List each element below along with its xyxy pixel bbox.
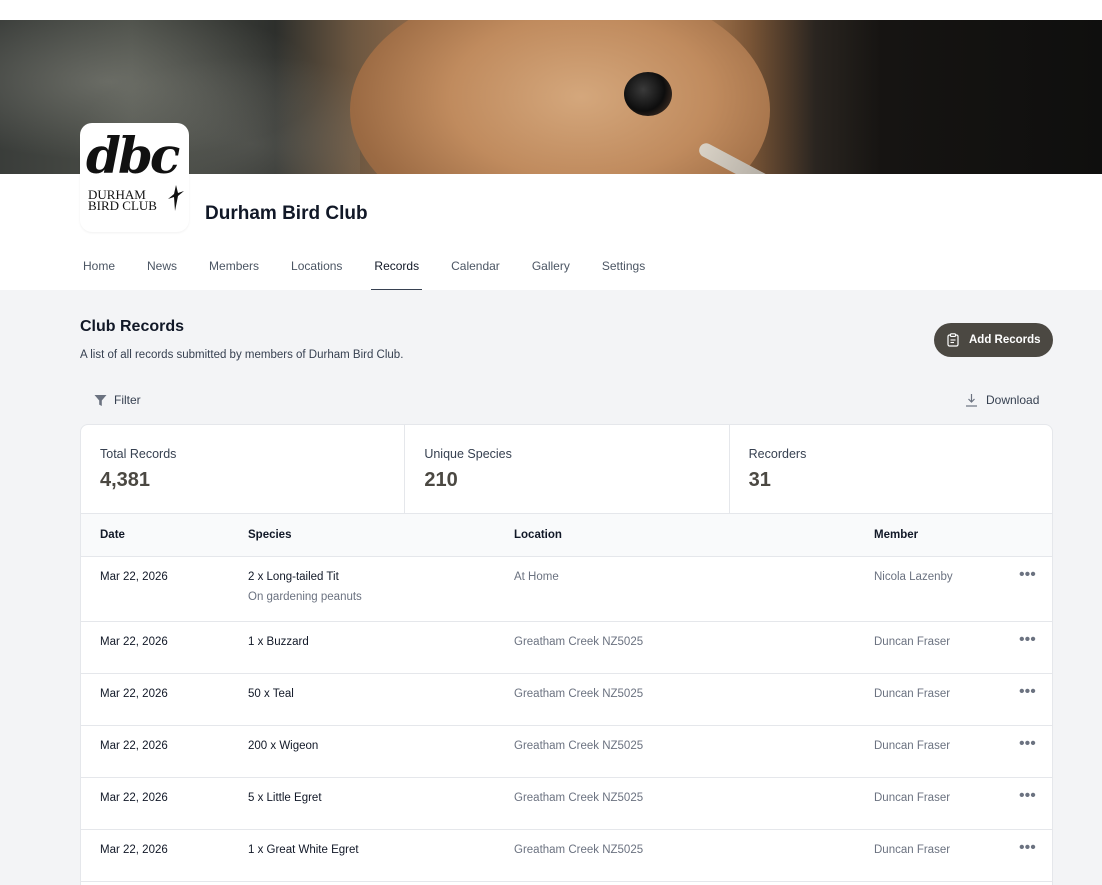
funnel-icon <box>94 394 107 406</box>
bird-silhouette-icon <box>168 185 184 211</box>
download-label: Download <box>986 393 1040 407</box>
record-location[interactable]: Greatham Creek NZ5025 <box>514 636 643 648</box>
record-note: On gardening peanuts <box>248 591 362 603</box>
row-menu-icon[interactable]: ••• <box>1019 683 1036 701</box>
record-species: 1 x Buzzard <box>248 636 309 648</box>
stats-row: Total Records 4,381 Unique Species 210 R… <box>81 425 1052 514</box>
row-menu-icon[interactable]: ••• <box>1019 787 1036 805</box>
table-row[interactable]: Mar 22, 2026 5 x Little Egret Greatham C… <box>81 778 1052 830</box>
column-header-member[interactable]: Member <box>874 529 918 541</box>
record-member[interactable]: Duncan Fraser <box>874 844 950 856</box>
record-member[interactable]: Nicola Lazenby <box>874 571 953 583</box>
tab-records[interactable]: Records <box>371 250 422 290</box>
stat-value: 31 <box>748 469 771 491</box>
record-member[interactable]: Duncan Fraser <box>874 688 950 700</box>
record-date: Mar 22, 2026 <box>100 636 168 648</box>
table-row[interactable]: Mar 22, 2026 50 x Teal Greatham Creek NZ… <box>81 674 1052 726</box>
stat-value: 4,381 <box>100 469 151 491</box>
filter-label: Filter <box>114 393 141 407</box>
tab-gallery[interactable]: Gallery <box>529 250 573 290</box>
add-records-label: Add Records <box>969 334 1041 346</box>
download-button[interactable]: Download <box>965 393 1039 407</box>
tab-locations[interactable]: Locations <box>288 250 345 290</box>
record-location[interactable]: Greatham Creek NZ5025 <box>514 740 643 752</box>
records-card: Total Records 4,381 Unique Species 210 R… <box>80 424 1053 885</box>
tab-members[interactable]: Members <box>206 250 262 290</box>
table-row[interactable]: Mar 22, 2026 2 x Long-tailed Tit On gard… <box>81 557 1052 622</box>
table-row[interactable]: Mar 22, 2026 1 x Great White Egret Great… <box>81 830 1052 882</box>
record-date: Mar 22, 2026 <box>100 844 168 856</box>
logo-text-line2: BIRD CLUB <box>88 198 157 213</box>
tab-settings[interactable]: Settings <box>599 250 648 290</box>
record-location[interactable]: At Home <box>514 571 559 583</box>
stat-value: 210 <box>424 469 458 491</box>
row-menu-icon[interactable]: ••• <box>1019 735 1036 753</box>
tab-calendar[interactable]: Calendar <box>448 250 503 290</box>
record-species: 200 x Wigeon <box>248 740 319 752</box>
record-species: 50 x Teal <box>248 688 294 700</box>
stat-label: Recorders <box>748 447 807 461</box>
record-species: 2 x Long-tailed Tit <box>248 571 339 583</box>
table-row[interactable]: Mar 22, 2026 1 x Buzzard Greatham Creek … <box>81 622 1052 674</box>
club-logo: dbc DURHAM BIRD CLUB <box>80 123 189 232</box>
page-title: Club Records <box>80 318 185 335</box>
record-species: 1 x Great White Egret <box>248 844 359 856</box>
record-member[interactable]: Duncan Fraser <box>874 740 950 752</box>
stat-recorders: Recorders 31 <box>730 425 1052 513</box>
record-member[interactable]: Duncan Fraser <box>874 792 950 804</box>
club-name: Durham Bird Club <box>205 203 368 224</box>
clipboard-icon <box>947 333 959 347</box>
add-records-button[interactable]: Add Records <box>934 323 1053 357</box>
club-nav: Home News Members Locations Records Cale… <box>80 250 674 290</box>
record-location[interactable]: Greatham Creek NZ5025 <box>514 792 643 804</box>
column-header-date[interactable]: Date <box>100 529 125 541</box>
record-date: Mar 22, 2026 <box>100 740 168 752</box>
record-species: 5 x Little Egret <box>248 792 322 804</box>
tab-home[interactable]: Home <box>80 250 118 290</box>
table-header: Date Species Location Member <box>81 514 1052 557</box>
record-location[interactable]: Greatham Creek NZ5025 <box>514 688 643 700</box>
stat-total-records: Total Records 4,381 <box>81 425 406 513</box>
record-member[interactable]: Duncan Fraser <box>874 636 950 648</box>
table-row[interactable]: Mar 22, 2026 200 x Wigeon Greatham Creek… <box>81 726 1052 778</box>
record-date: Mar 22, 2026 <box>100 688 168 700</box>
column-header-location[interactable]: Location <box>514 529 562 541</box>
stat-label: Unique Species <box>424 447 512 461</box>
row-menu-icon[interactable]: ••• <box>1019 566 1036 584</box>
column-header-species[interactable]: Species <box>248 529 291 541</box>
row-menu-icon[interactable]: ••• <box>1019 631 1036 649</box>
record-date: Mar 22, 2026 <box>100 571 168 583</box>
record-date: Mar 22, 2026 <box>100 792 168 804</box>
logo-mark: dbc <box>86 126 180 185</box>
filter-button[interactable]: Filter <box>94 393 141 407</box>
row-menu-icon[interactable]: ••• <box>1019 839 1036 857</box>
download-icon <box>966 394 977 407</box>
tab-news[interactable]: News <box>144 250 180 290</box>
record-location[interactable]: Greatham Creek NZ5025 <box>514 844 643 856</box>
top-strip <box>0 0 1102 20</box>
stat-label: Total Records <box>100 447 177 461</box>
page-description: A list of all records submitted by membe… <box>80 349 404 361</box>
stat-unique-species: Unique Species 210 <box>405 425 730 513</box>
